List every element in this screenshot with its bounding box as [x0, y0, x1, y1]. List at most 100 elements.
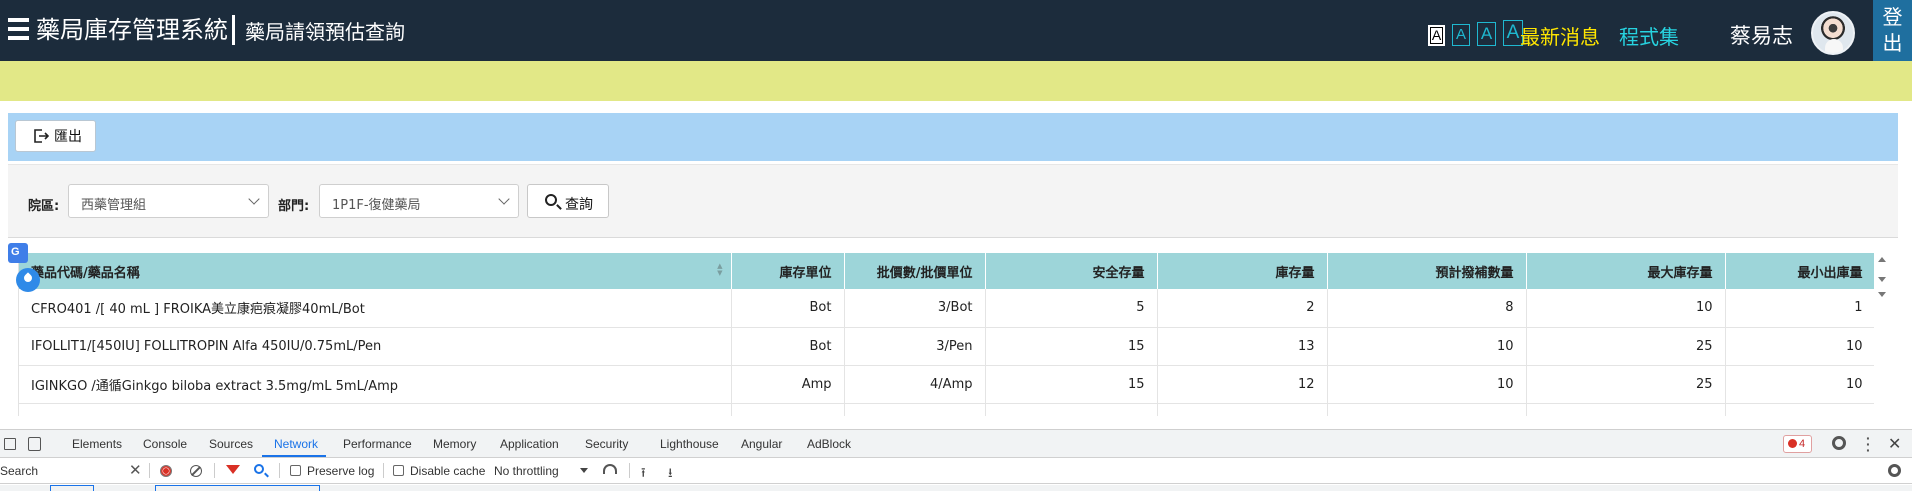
- separator: [629, 463, 630, 478]
- table-cell: [1157, 403, 1328, 416]
- programs-link[interactable]: 程式集: [1619, 21, 1679, 50]
- table-cell: 13: [1157, 327, 1328, 366]
- chevron-down-icon: [248, 193, 260, 205]
- column-header-label: 藥品代碼/藥品名稱: [31, 265, 140, 281]
- table-scrollbar[interactable]: [1874, 253, 1888, 416]
- column-header[interactable]: 藥品代碼/藥品名稱 ▲ ▼: [19, 253, 732, 289]
- scroll-down-icon[interactable]: [1878, 277, 1886, 282]
- tab-elements[interactable]: Elements: [72, 437, 122, 451]
- device-toolbar-icon[interactable]: [28, 437, 41, 451]
- font-size-small-button[interactable]: A: [1428, 25, 1445, 46]
- title-divider: [232, 15, 235, 45]
- table-cell: Bot: [731, 289, 845, 328]
- chevron-down-icon: [580, 468, 588, 473]
- filter-icon[interactable]: [226, 465, 240, 474]
- table-cell: [985, 403, 1158, 416]
- export-label: 匯出: [54, 129, 82, 145]
- disable-cache-checkbox[interactable]: [393, 465, 404, 476]
- close-icon[interactable]: ✕: [1888, 434, 1901, 454]
- filter-chip[interactable]: [155, 485, 320, 491]
- inspect-element-icon[interactable]: [4, 438, 16, 450]
- campus-label: 院區:: [28, 199, 60, 214]
- export-har-icon[interactable]: ⭳: [668, 464, 673, 486]
- devtools-search-input[interactable]: Search: [0, 464, 38, 478]
- table-cell: 3/Pen: [844, 327, 986, 366]
- tab-security[interactable]: Security: [585, 437, 628, 451]
- devtools-filter-row: [0, 485, 1912, 491]
- column-header[interactable]: 庫存單位: [731, 253, 845, 289]
- news-link[interactable]: 最新消息: [1520, 21, 1600, 50]
- table-cell: 10: [1725, 365, 1874, 404]
- error-count-badge[interactable]: 4: [1783, 435, 1812, 453]
- tab-sources[interactable]: Sources: [209, 437, 253, 451]
- table-cell: 3/Bot: [844, 289, 986, 328]
- department-value: 1P1F-復健藥局: [332, 198, 421, 213]
- table-row[interactable]: IGINKGO /通循Ginkgo biloba extract 3.5mg/m…: [19, 365, 1874, 404]
- filter-chip[interactable]: [50, 485, 94, 491]
- table-cell: 4/Amp: [844, 365, 986, 404]
- table-cell: [1526, 403, 1726, 416]
- table-header-row: 藥品代碼/藥品名稱 ▲ ▼ 庫存單位 批價數/批價單位 安全存量 庫存量 預計撥補…: [19, 253, 1874, 289]
- gear-icon[interactable]: [1888, 464, 1901, 477]
- column-header[interactable]: 庫存量: [1157, 253, 1328, 289]
- clear-icon[interactable]: [190, 465, 202, 477]
- table-cell: 10: [1327, 327, 1527, 366]
- tab-angular[interactable]: Angular: [741, 437, 782, 451]
- scroll-up-icon[interactable]: [1878, 257, 1886, 262]
- throttling-select[interactable]: No throttling: [494, 464, 559, 478]
- preserve-log-checkbox[interactable]: [290, 465, 301, 476]
- tab-application[interactable]: Application: [500, 437, 559, 451]
- font-size-large-button[interactable]: A: [1477, 22, 1496, 46]
- chevron-down-icon: [498, 193, 510, 205]
- column-header[interactable]: 最大庫存量: [1526, 253, 1726, 289]
- water-drop-icon[interactable]: [16, 268, 40, 292]
- translate-icon[interactable]: G: [8, 243, 28, 263]
- campus-select[interactable]: 西藥管理組: [68, 184, 269, 218]
- table-cell: 12: [1157, 365, 1328, 404]
- export-button[interactable]: 匯出: [15, 120, 96, 152]
- tab-lighthouse[interactable]: Lighthouse: [660, 437, 719, 451]
- separator: [279, 463, 280, 478]
- tab-adblock[interactable]: AdBlock: [807, 437, 851, 451]
- query-label: 查詢: [565, 197, 593, 213]
- import-har-icon[interactable]: ⭱: [641, 464, 646, 486]
- font-size-medium-button[interactable]: A: [1452, 24, 1470, 46]
- column-header[interactable]: 安全存量: [985, 253, 1158, 289]
- column-header[interactable]: 預計撥補數量: [1327, 253, 1527, 289]
- gear-icon[interactable]: [1832, 436, 1846, 450]
- tab-performance[interactable]: Performance: [343, 437, 412, 451]
- export-icon: [34, 129, 49, 143]
- tab-memory[interactable]: Memory: [433, 437, 476, 451]
- query-button[interactable]: 查詢: [527, 184, 609, 218]
- table-row[interactable]: IFOLLIT1/[450IU] FOLLITROPIN Alfa 450IU/…: [19, 327, 1874, 366]
- scroll-down-icon[interactable]: [1878, 292, 1886, 297]
- table-cell: Amp: [731, 365, 845, 404]
- active-tab-indicator: [262, 455, 326, 457]
- network-toolbar: Search ✕ Preserve log Disable cache No t…: [0, 458, 1912, 484]
- more-options-icon[interactable]: · · ·: [1866, 431, 1871, 457]
- avatar[interactable]: [1811, 11, 1855, 55]
- record-icon[interactable]: [160, 465, 172, 477]
- logout-label: 登出: [1882, 5, 1903, 55]
- department-select[interactable]: 1P1F-復健藥局: [319, 184, 519, 218]
- network-conditions-icon[interactable]: [603, 464, 617, 474]
- separator: [149, 463, 150, 478]
- table-cell: [844, 403, 986, 416]
- table-cell: 25: [1526, 327, 1726, 366]
- error-icon: [1788, 439, 1797, 448]
- table-row[interactable]: [19, 403, 1874, 416]
- devtools-tab-bar: Elements Console Sources Network Perform…: [0, 430, 1912, 458]
- user-name: 蔡易志: [1730, 24, 1793, 48]
- hamburger-menu-icon[interactable]: [8, 18, 29, 40]
- table-row[interactable]: CFRO401 /[ 40 mL ] FROIKA美立康疤痕凝膠40mL/Bot…: [19, 289, 1874, 328]
- tab-network[interactable]: Network: [274, 437, 318, 451]
- table-cell: 15: [985, 327, 1158, 366]
- tab-console[interactable]: Console: [143, 437, 187, 451]
- sort-icon[interactable]: ▲ ▼: [717, 263, 722, 277]
- column-header[interactable]: 最小出庫量: [1725, 253, 1874, 289]
- search-icon[interactable]: [254, 464, 264, 474]
- logout-button[interactable]: 登出: [1873, 0, 1912, 61]
- column-header[interactable]: 批價數/批價單位: [844, 253, 986, 289]
- table-cell: 10: [1526, 289, 1726, 328]
- close-search-icon[interactable]: ✕: [129, 461, 142, 479]
